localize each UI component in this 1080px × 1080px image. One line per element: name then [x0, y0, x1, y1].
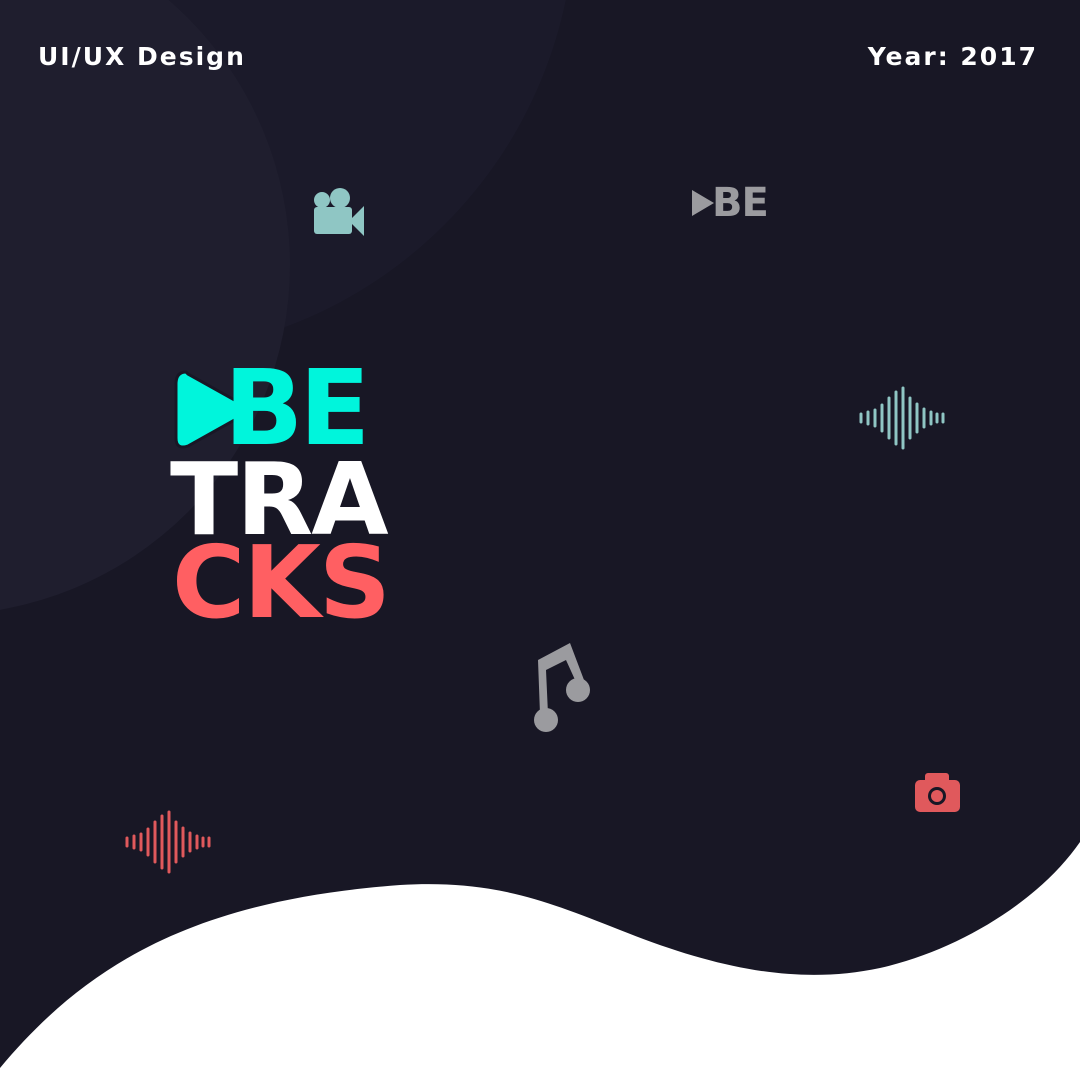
decorative-icons	[125, 188, 960, 874]
sound-wave-icon	[859, 386, 945, 450]
video-camera-icon	[314, 188, 364, 236]
mini-play-icon	[692, 190, 714, 216]
sound-wave-icon-coral	[125, 810, 211, 874]
camera-icon	[915, 773, 960, 812]
music-note-icon	[534, 643, 590, 732]
mini-logo-text: BE	[712, 180, 769, 226]
